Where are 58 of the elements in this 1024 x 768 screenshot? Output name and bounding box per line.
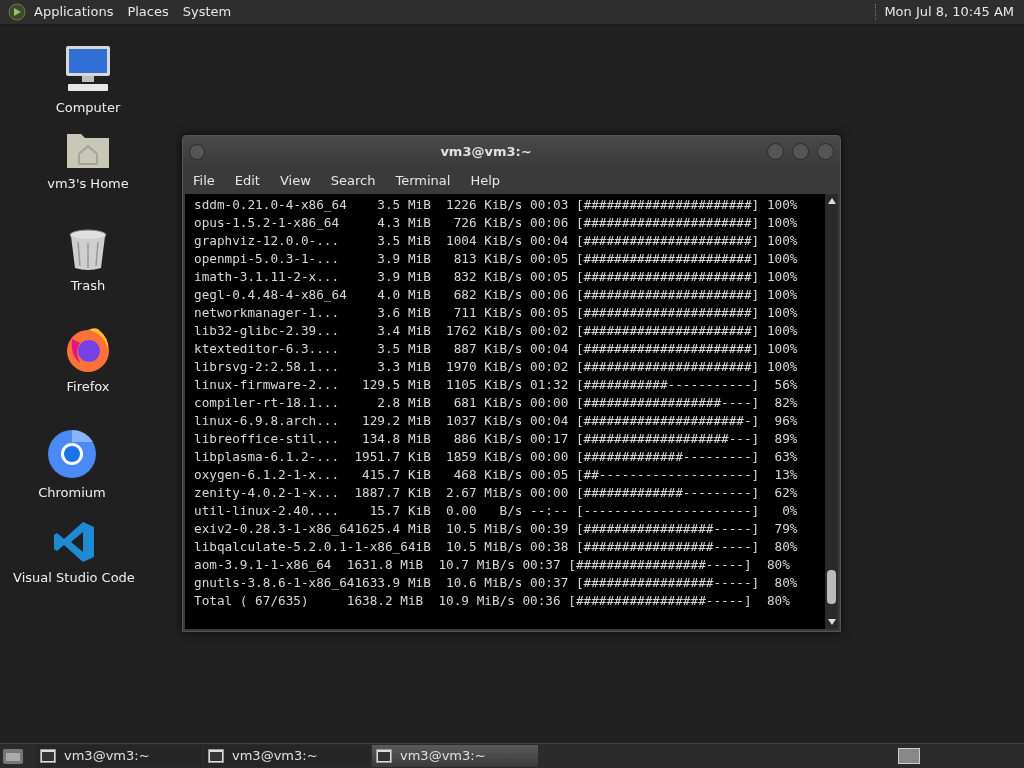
scroll-up-icon[interactable] xyxy=(827,197,836,205)
window-title: vm3@vm3:~ xyxy=(439,142,533,161)
terminal-line: sddm-0.21.0-4-x86_64 3.5 MiB 1226 KiB/s 00:03 [######################] 100% xyxy=(194,196,798,214)
taskbar-button[interactable]: vm3@vm3:~ xyxy=(372,745,538,767)
terminal-line: opus-1.5.2-1-x86_64 4.3 MiB 726 KiB/s 00:06 [######################] 100% xyxy=(194,214,798,232)
scrollbar[interactable] xyxy=(825,194,838,629)
terminal-line: oxygen-6.1.2-1-x... 415.7 KiB 468 KiB/s 00:05 [##--------------------] 13% xyxy=(194,466,798,484)
terminal-line: gegl-0.4.48-4-x86_64 4.0 MiB 682 KiB/s 00:06 [######################] 100% xyxy=(194,286,798,304)
scroll-down-icon[interactable] xyxy=(827,618,836,626)
terminal-line: networkmanager-1... 3.6 MiB 711 KiB/s 00:05 [######################] 100% xyxy=(194,304,798,322)
window-menu-button[interactable] xyxy=(189,143,205,160)
panel-menu[interactable]: Places xyxy=(127,2,169,22)
workspace-switcher[interactable] xyxy=(898,748,920,764)
desktop-icon-label[interactable]: Trash xyxy=(70,276,106,296)
menu-item[interactable]: Terminal xyxy=(395,170,451,191)
desktop-icon-label[interactable]: Visual Studio Code xyxy=(13,568,135,588)
menu-item[interactable]: File xyxy=(193,170,215,191)
terminal-line: exiv2-0.28.3-1-x86_641625.4 MiB 10.5 MiB/s 00:39 [#################-----] 79% xyxy=(194,520,798,538)
chromium-icon xyxy=(47,429,97,479)
terminal-line: Total ( 67/635) 1638.2 MiB 10.9 MiB/s 00:36 [#################-----] 80% xyxy=(194,592,790,610)
terminal-line: lib32-glibc-2.39... 3.4 MiB 1762 KiB/s 00:02 [######################] 100% xyxy=(194,322,798,340)
terminal-line: openmpi-5.0.3-1-... 3.9 MiB 813 KiB/s 00:05 [######################] 100% xyxy=(194,250,798,268)
terminal-icon xyxy=(208,749,224,763)
distro-logo-icon[interactable] xyxy=(8,3,26,21)
menu-item[interactable]: Help xyxy=(470,170,501,191)
terminal-line: libreoffice-stil... 134.8 MiB 886 KiB/s 00:17 [###################---] 89% xyxy=(194,430,798,448)
clock[interactable]: Mon Jul 8, 10:45 AM xyxy=(884,2,1014,22)
terminal-line: ktexteditor-6.3.... 3.5 MiB 887 KiB/s 00:04 [######################] 100% xyxy=(194,340,798,358)
firefox-icon xyxy=(64,325,112,373)
scrollbar-thumb[interactable] xyxy=(827,570,836,604)
terminal-line: librsvg-2:2.58.1... 3.3 MiB 1970 KiB/s 00:02 [######################] 100% xyxy=(194,358,798,376)
terminal-line: libqalculate-5.2.0.1-1-x86_64iB 10.5 MiB/s 00:38 [#################-----] 80% xyxy=(194,538,798,556)
desktop-icon-label[interactable]: Firefox xyxy=(66,377,110,397)
desktop-icon-label[interactable]: Computer xyxy=(55,98,121,118)
taskbar-button[interactable]: vm3@vm3:~ xyxy=(204,745,370,767)
terminal-line: zenity-4.0.2-1-x... 1887.7 KiB 2.67 MiB/s 00:00 [#############---------] 62% xyxy=(194,484,798,502)
terminal-line: imath-3.1.11-2-x... 3.9 MiB 832 KiB/s 00:05 [######################] 100% xyxy=(194,268,798,286)
menu-item[interactable]: Search xyxy=(330,170,376,191)
code-editor-icon xyxy=(52,520,96,564)
panel-menu[interactable]: Applications xyxy=(34,2,114,22)
taskbar-button[interactable]: vm3@vm3:~ xyxy=(36,745,202,767)
desktop-icon-label[interactable]: vm3's Home xyxy=(47,174,129,194)
terminal-line: linux-6.9.8.arch... 129.2 MiB 1037 KiB/s 00:04 [#####################-] 96% xyxy=(194,412,798,430)
terminal-line: util-linux-2.40.... 15.7 KiB 0.00 B/s --:-- [----------------------] 0% xyxy=(194,502,798,520)
terminal-line: linux-firmware-2... 129.5 MiB 1105 KiB/s 01:32 [###########-----------] 56% xyxy=(194,376,798,394)
show-desktop-icon[interactable] xyxy=(2,746,24,766)
terminal-icon xyxy=(40,749,56,763)
terminal-line: graphviz-12.0.0-... 3.5 MiB 1004 KiB/s 00:04 [######################] 100% xyxy=(194,232,798,250)
terminal-line: aom-3.9.1-1-x86_64 1631.8 MiB 10.7 MiB/s 00:37 [#################-----] 80% xyxy=(194,556,790,574)
menu-item[interactable]: View xyxy=(279,170,311,191)
terminal-icon xyxy=(376,749,392,763)
desktop-icon-label[interactable]: Chromium xyxy=(38,483,106,503)
trash-icon xyxy=(68,228,108,272)
menu-item[interactable]: Edit xyxy=(234,170,260,191)
terminal-line: libplasma-6.1.2-... 1951.7 KiB 1859 KiB/s 00:00 [#############---------] 63% xyxy=(194,448,798,466)
terminal-line: compiler-rt-18.1... 2.8 MiB 681 KiB/s 00:00 [##################----] 82% xyxy=(194,394,798,412)
terminal-line: gnutls-3.8.6-1-x86_641633.9 MiB 10.6 MiB/s 00:37 [#################-----] 80% xyxy=(194,574,798,592)
panel-menu[interactable]: System xyxy=(182,2,232,22)
